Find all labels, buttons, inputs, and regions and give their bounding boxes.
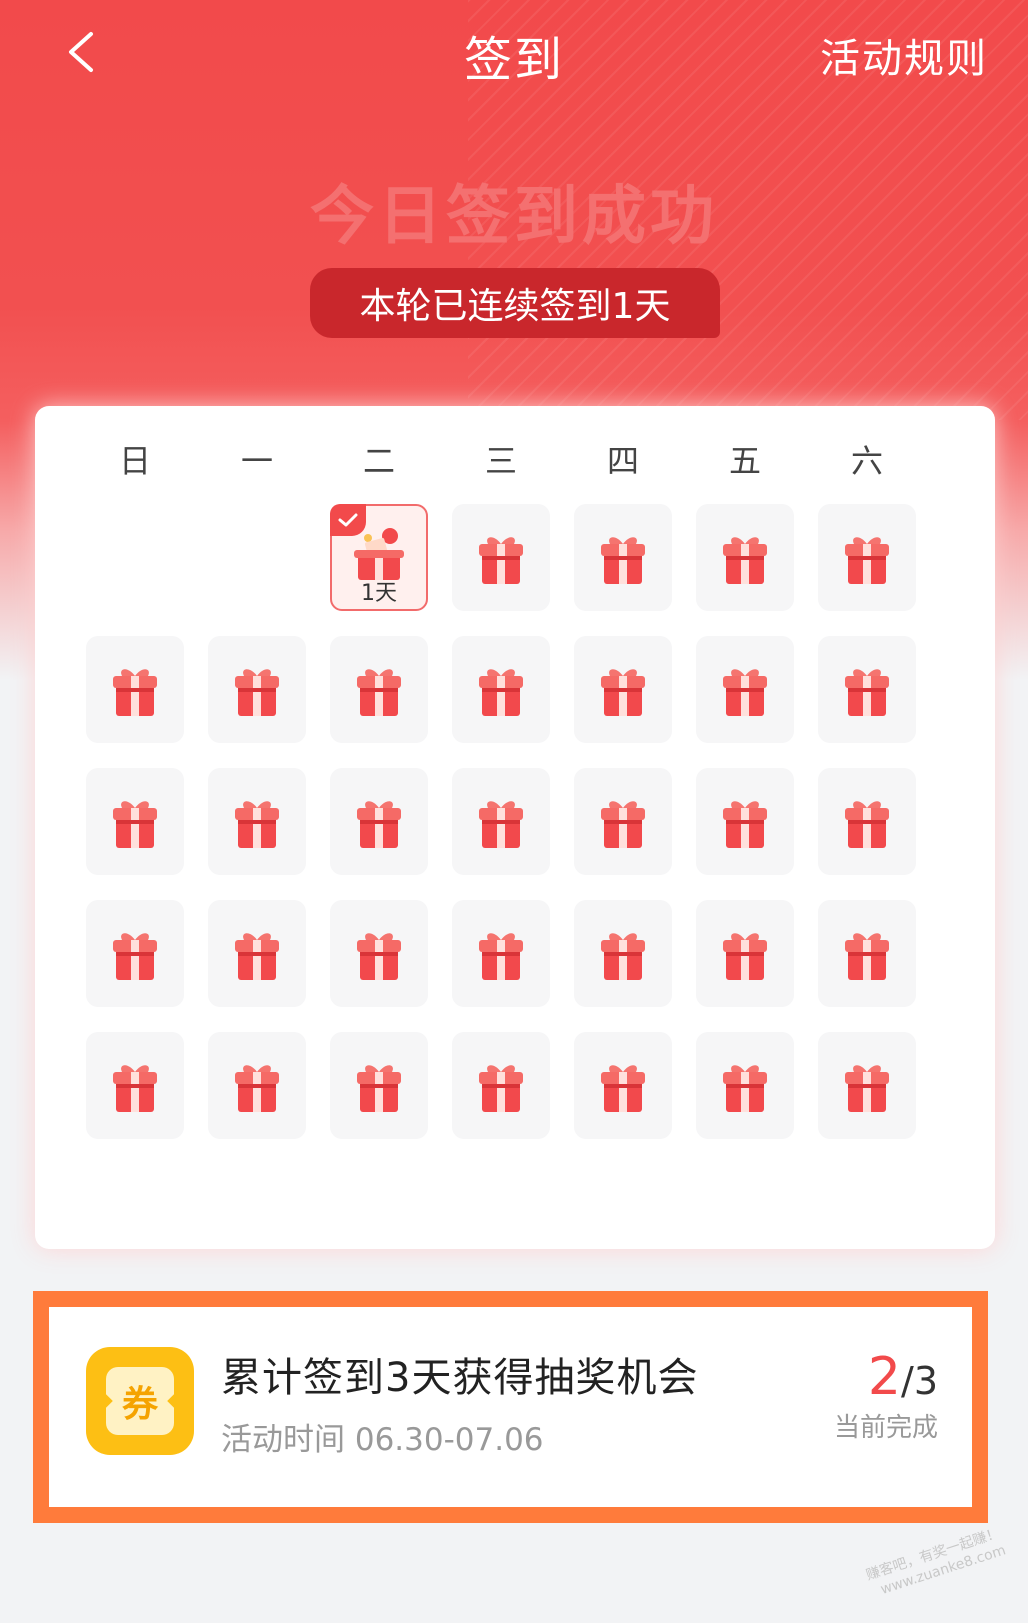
- calendar-day[interactable]: [574, 1032, 672, 1139]
- gift-icon: [845, 1064, 889, 1112]
- calendar-day[interactable]: [330, 636, 428, 743]
- calendar-day[interactable]: [208, 900, 306, 1007]
- gift-icon: [723, 668, 767, 716]
- calendar-day[interactable]: [818, 636, 916, 743]
- gift-icon: [601, 1064, 645, 1112]
- progress-total: /3: [901, 1359, 938, 1403]
- calendar-day[interactable]: [574, 900, 672, 1007]
- gift-icon: [723, 1064, 767, 1112]
- gift-icon: [235, 1064, 279, 1112]
- gift-icon: [723, 932, 767, 980]
- gift-icon: [845, 800, 889, 848]
- calendar-day[interactable]: [330, 768, 428, 875]
- cumulative-task-card[interactable]: 券 累计签到3天获得抽奖机会 活动时间 06.30-07.06 2/3 当前完成: [49, 1307, 972, 1507]
- checkin-success-text: 今日签到成功: [310, 180, 718, 254]
- calendar-day[interactable]: [452, 1032, 550, 1139]
- task-highlight-frame: 券 累计签到3天获得抽奖机会 活动时间 06.30-07.06 2/3 当前完成: [33, 1291, 988, 1523]
- gift-icon: [845, 668, 889, 716]
- calendar-day[interactable]: [696, 636, 794, 743]
- calendar-day[interactable]: [86, 900, 184, 1007]
- gift-icon: [723, 536, 767, 584]
- calendar-day[interactable]: [452, 900, 550, 1007]
- weekday-label: 三: [484, 442, 517, 480]
- streak-badge: 本轮已连续签到1天: [310, 268, 720, 338]
- gift-icon: [479, 1064, 523, 1112]
- calendar-day[interactable]: [574, 636, 672, 743]
- progress-label: 当前完成: [833, 1413, 938, 1443]
- calendar-day[interactable]: [574, 768, 672, 875]
- calendar-day[interactable]: [818, 900, 916, 1007]
- gift-icon: [235, 668, 279, 716]
- gift-icon: [479, 668, 523, 716]
- gift-icon: [479, 800, 523, 848]
- gift-icon: [357, 932, 401, 980]
- task-title: 累计签到3天获得抽奖机会: [221, 1355, 699, 1401]
- calendar-day[interactable]: [818, 768, 916, 875]
- task-progress: 2/3 当前完成: [834, 1347, 938, 1444]
- progress-done: 2: [867, 1347, 902, 1407]
- weekday-label: 二: [362, 442, 395, 480]
- gift-icon: [601, 932, 645, 980]
- calendar-day[interactable]: [86, 768, 184, 875]
- coupon-icon-label: 券: [106, 1367, 174, 1435]
- coupon-icon: 券: [86, 1347, 194, 1455]
- gift-icon: [601, 800, 645, 848]
- gift-icon: [113, 668, 157, 716]
- calendar-day[interactable]: [452, 768, 550, 875]
- weekday-label: 一: [240, 442, 273, 480]
- calendar-day[interactable]: [208, 636, 306, 743]
- gift-icon: [601, 668, 645, 716]
- gift-icon: [113, 932, 157, 980]
- gift-icon: [845, 932, 889, 980]
- watermark: 赚客吧，有奖一起赚！ www.zuanke8.com: [864, 1524, 1008, 1602]
- calendar-day[interactable]: [818, 504, 916, 611]
- progress-count: 2/3: [834, 1347, 938, 1407]
- calendar-day[interactable]: [86, 636, 184, 743]
- calendar-day[interactable]: [696, 504, 794, 611]
- weekday-label: 五: [728, 442, 761, 480]
- calendar-day[interactable]: [574, 504, 672, 611]
- gift-icon: [113, 1064, 157, 1112]
- calendar-day[interactable]: [696, 768, 794, 875]
- weekday-label: 四: [606, 442, 639, 480]
- calendar-day[interactable]: [330, 1032, 428, 1139]
- weekday-header: 日一二三四五六: [86, 436, 944, 486]
- activity-rules-link[interactable]: 活动规则: [820, 26, 988, 84]
- gift-icon: [479, 536, 523, 584]
- calendar-day[interactable]: [208, 1032, 306, 1139]
- gift-icon: [723, 800, 767, 848]
- check-badge: [330, 504, 366, 536]
- calendar-day[interactable]: [330, 900, 428, 1007]
- calendar-day[interactable]: [818, 1032, 916, 1139]
- gift-icon: [357, 800, 401, 848]
- weekday-label: 日: [118, 442, 151, 480]
- calendar-day[interactable]: [696, 1032, 794, 1139]
- calendar-day[interactable]: [696, 900, 794, 1007]
- weekday-label: 六: [850, 442, 883, 480]
- gift-icon: [113, 800, 157, 848]
- calendar-day[interactable]: [452, 636, 550, 743]
- check-icon: [338, 513, 358, 527]
- gift-icon: [357, 1064, 401, 1112]
- gift-icon: [479, 932, 523, 980]
- calendar-day[interactable]: [208, 768, 306, 875]
- checkin-calendar: 日 一 二 三 四 五 六 1天: [35, 406, 995, 1249]
- calendar-day-checked[interactable]: 1天: [330, 504, 428, 611]
- gift-icon: [235, 800, 279, 848]
- calendar-day[interactable]: [86, 1032, 184, 1139]
- checked-day-label: 1天: [361, 581, 397, 606]
- gift-icon: [235, 932, 279, 980]
- gift-icon: [845, 536, 889, 584]
- task-period: 活动时间 06.30-07.06: [221, 1422, 544, 1458]
- gift-icon: [601, 536, 645, 584]
- calendar-day[interactable]: [452, 504, 550, 611]
- gift-icon: [357, 668, 401, 716]
